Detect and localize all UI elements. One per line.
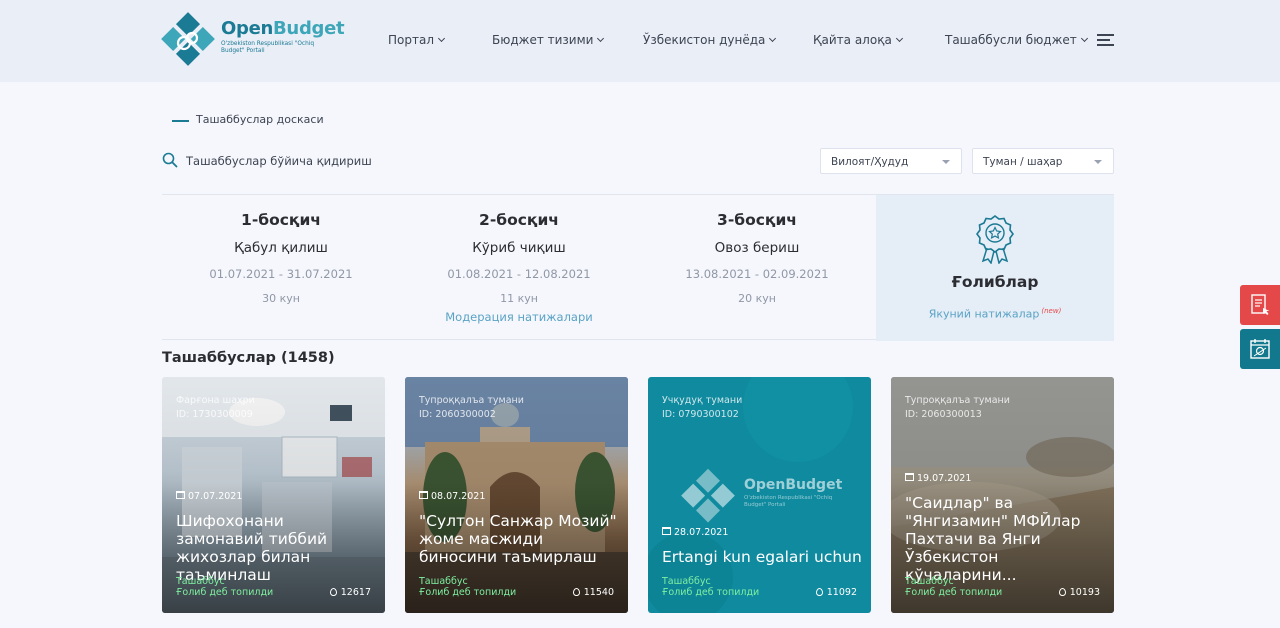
breadcrumb-line — [172, 120, 189, 122]
stage-number: 3-босқич — [717, 211, 797, 229]
card-votes: 12617 — [329, 587, 371, 598]
winners-title: Ғолиблар — [951, 273, 1039, 291]
card-id: ID: 1730300009 — [176, 409, 253, 420]
initiative-card[interactable]: Тупроққалъа тумани ID: 2060300013 19.07.… — [891, 377, 1114, 613]
nav-feedback[interactable]: Қайта алоқа — [813, 33, 903, 47]
vote-icon — [329, 588, 337, 596]
calendar-map-button[interactable] — [1240, 329, 1280, 369]
final-results-link[interactable]: Якуний натижалар (new) — [876, 307, 1114, 321]
card-status: Ғолиб деб топилди — [176, 587, 274, 598]
placeholder-logo-title: OpenBudget — [744, 477, 843, 493]
survey-form-icon — [1251, 294, 1270, 315]
stage-name: Овоз бериш — [714, 240, 800, 256]
nav-portal[interactable]: Портал — [388, 33, 446, 47]
card-location: Тупроққалъа тумани — [905, 395, 1010, 406]
breadcrumb[interactable]: Ташаббуслар доскаси — [196, 113, 324, 126]
card-kind: Ташаббус — [905, 576, 954, 587]
card-kind: Ташаббус — [662, 576, 711, 587]
nav-budget-system[interactable]: Бюджет тизими — [492, 33, 605, 47]
vote-icon — [1058, 588, 1066, 596]
calendar-icon — [419, 491, 428, 499]
stage-days: 30 кун — [262, 292, 300, 305]
card-date: 08.07.2021 — [419, 491, 485, 502]
hamburger-menu-icon[interactable] — [1097, 34, 1114, 47]
chevron-down-icon — [1080, 34, 1088, 43]
card-kind: Ташаббус — [176, 576, 225, 587]
stage-2: 2-босқич Кўриб чиқиш 01.08.2021 - 12.08.… — [400, 195, 638, 341]
card-location: Тупроққалъа тумани — [419, 395, 524, 406]
stage-name: Қабул қилиш — [234, 240, 328, 256]
card-location: Фарғона шаҳри — [176, 395, 255, 406]
moderation-results-link[interactable]: Модерация натижалари — [400, 310, 638, 324]
card-title: Ertangi kun egalari uchun — [662, 548, 862, 566]
dropdown-arrow-icon — [1094, 160, 1102, 164]
stage-number: 2-босқич — [479, 211, 559, 229]
chevron-down-icon — [769, 34, 777, 43]
nav-uzbekistan-world[interactable]: Ўзбекистон дунёда — [643, 33, 777, 47]
initiative-card[interactable]: Фарғона шаҳри ID: 1730300009 07.07.2021 … — [162, 377, 385, 613]
calendar-icon — [662, 527, 671, 535]
stage-name: Кўриб чиқиш — [472, 240, 566, 256]
card-status: Ғолиб деб топилди — [905, 587, 1003, 598]
stage-days: 20 кун — [738, 292, 776, 305]
open-budget-logo-icon — [161, 12, 215, 66]
card-votes: 11092 — [815, 587, 857, 598]
search-input[interactable] — [186, 151, 466, 171]
card-id: ID: 2060300013 — [905, 409, 982, 420]
card-kind: Ташаббус — [419, 576, 468, 587]
new-badge: (new) — [1041, 307, 1062, 315]
stage-1: 1-босқич Қабул қилиш 01.07.2021 - 31.07.… — [162, 195, 400, 341]
winners-panel[interactable]: Ғолиблар Якуний натижалар (new) — [876, 195, 1114, 341]
card-id: ID: 2060300002 — [419, 409, 496, 420]
open-budget-logo[interactable]: OpenBudget O'zbekiston Respublikasi "Och… — [161, 12, 345, 68]
stage-dates: 01.07.2021 - 31.07.2021 — [209, 267, 353, 281]
logo-title: OpenBudget — [221, 18, 345, 39]
calendar-icon — [905, 473, 914, 481]
chevron-down-icon — [597, 34, 605, 43]
dropdown-arrow-icon — [942, 160, 950, 164]
card-votes: 11540 — [572, 587, 614, 598]
card-id: ID: 0790300102 — [662, 409, 739, 420]
district-select[interactable]: Туман / шаҳар — [972, 148, 1114, 174]
site-header: OpenBudget O'zbekiston Respublikasi "Och… — [0, 0, 1280, 82]
card-title: "Султон Санжар Мозий" жоме масжиди бинос… — [419, 512, 617, 566]
card-title: Шифохонани замонавий тиббий жихозлар бил… — [176, 512, 328, 584]
stage-dates: 01.08.2021 - 12.08.2021 — [447, 267, 591, 281]
card-status: Ғолиб деб топилди — [662, 587, 760, 598]
card-date: 19.07.2021 — [905, 473, 971, 484]
vote-icon — [572, 588, 580, 596]
calendar-icon — [176, 491, 185, 499]
search-icon[interactable] — [162, 152, 178, 168]
calendar-map-icon — [1250, 339, 1270, 359]
initiative-card[interactable]: Тупроққалъа тумани ID: 2060300002 08.07.… — [405, 377, 628, 613]
card-date: 28.07.2021 — [662, 527, 728, 538]
logo-subtitle: O'zbekiston Respublikasi "Ochiq Budget" … — [221, 41, 315, 54]
card-location: Учқудуқ тумани — [662, 395, 743, 406]
nav-initiative-budget[interactable]: Ташаббусли бюджет — [945, 33, 1088, 47]
card-votes: 10193 — [1058, 587, 1100, 598]
placeholder-logo-subtitle: O'zbekiston Respublikasi "Ochiq Budget" … — [744, 495, 833, 508]
card-date: 07.07.2021 — [176, 491, 242, 502]
initiative-card[interactable]: OpenBudget O'zbekiston Respublikasi "Och… — [648, 377, 871, 613]
card-status: Ғолиб деб топилди — [419, 587, 517, 598]
stages-panel: 1-босқич Қабул қилиш 01.07.2021 - 31.07.… — [162, 194, 1114, 341]
vote-icon — [815, 588, 823, 596]
card-title: "Саидлар" ва "Янгизамин" МФЙлар Пахтачи … — [905, 494, 1081, 584]
chevron-down-icon — [895, 34, 903, 43]
stage-days: 11 кун — [500, 292, 538, 305]
survey-form-button[interactable] — [1240, 285, 1280, 325]
chevron-down-icon — [437, 34, 446, 43]
initiatives-title: Ташаббуслар (1458) — [162, 350, 335, 366]
stage-dates: 13.08.2021 - 02.09.2021 — [685, 267, 829, 281]
stage-3: 3-босқич Овоз бериш 13.08.2021 - 02.09.2… — [638, 195, 876, 341]
region-select[interactable]: Вилоят/Ҳудуд — [820, 148, 962, 174]
stage-number: 1-босқич — [241, 211, 321, 229]
award-medal-icon — [976, 215, 1014, 264]
